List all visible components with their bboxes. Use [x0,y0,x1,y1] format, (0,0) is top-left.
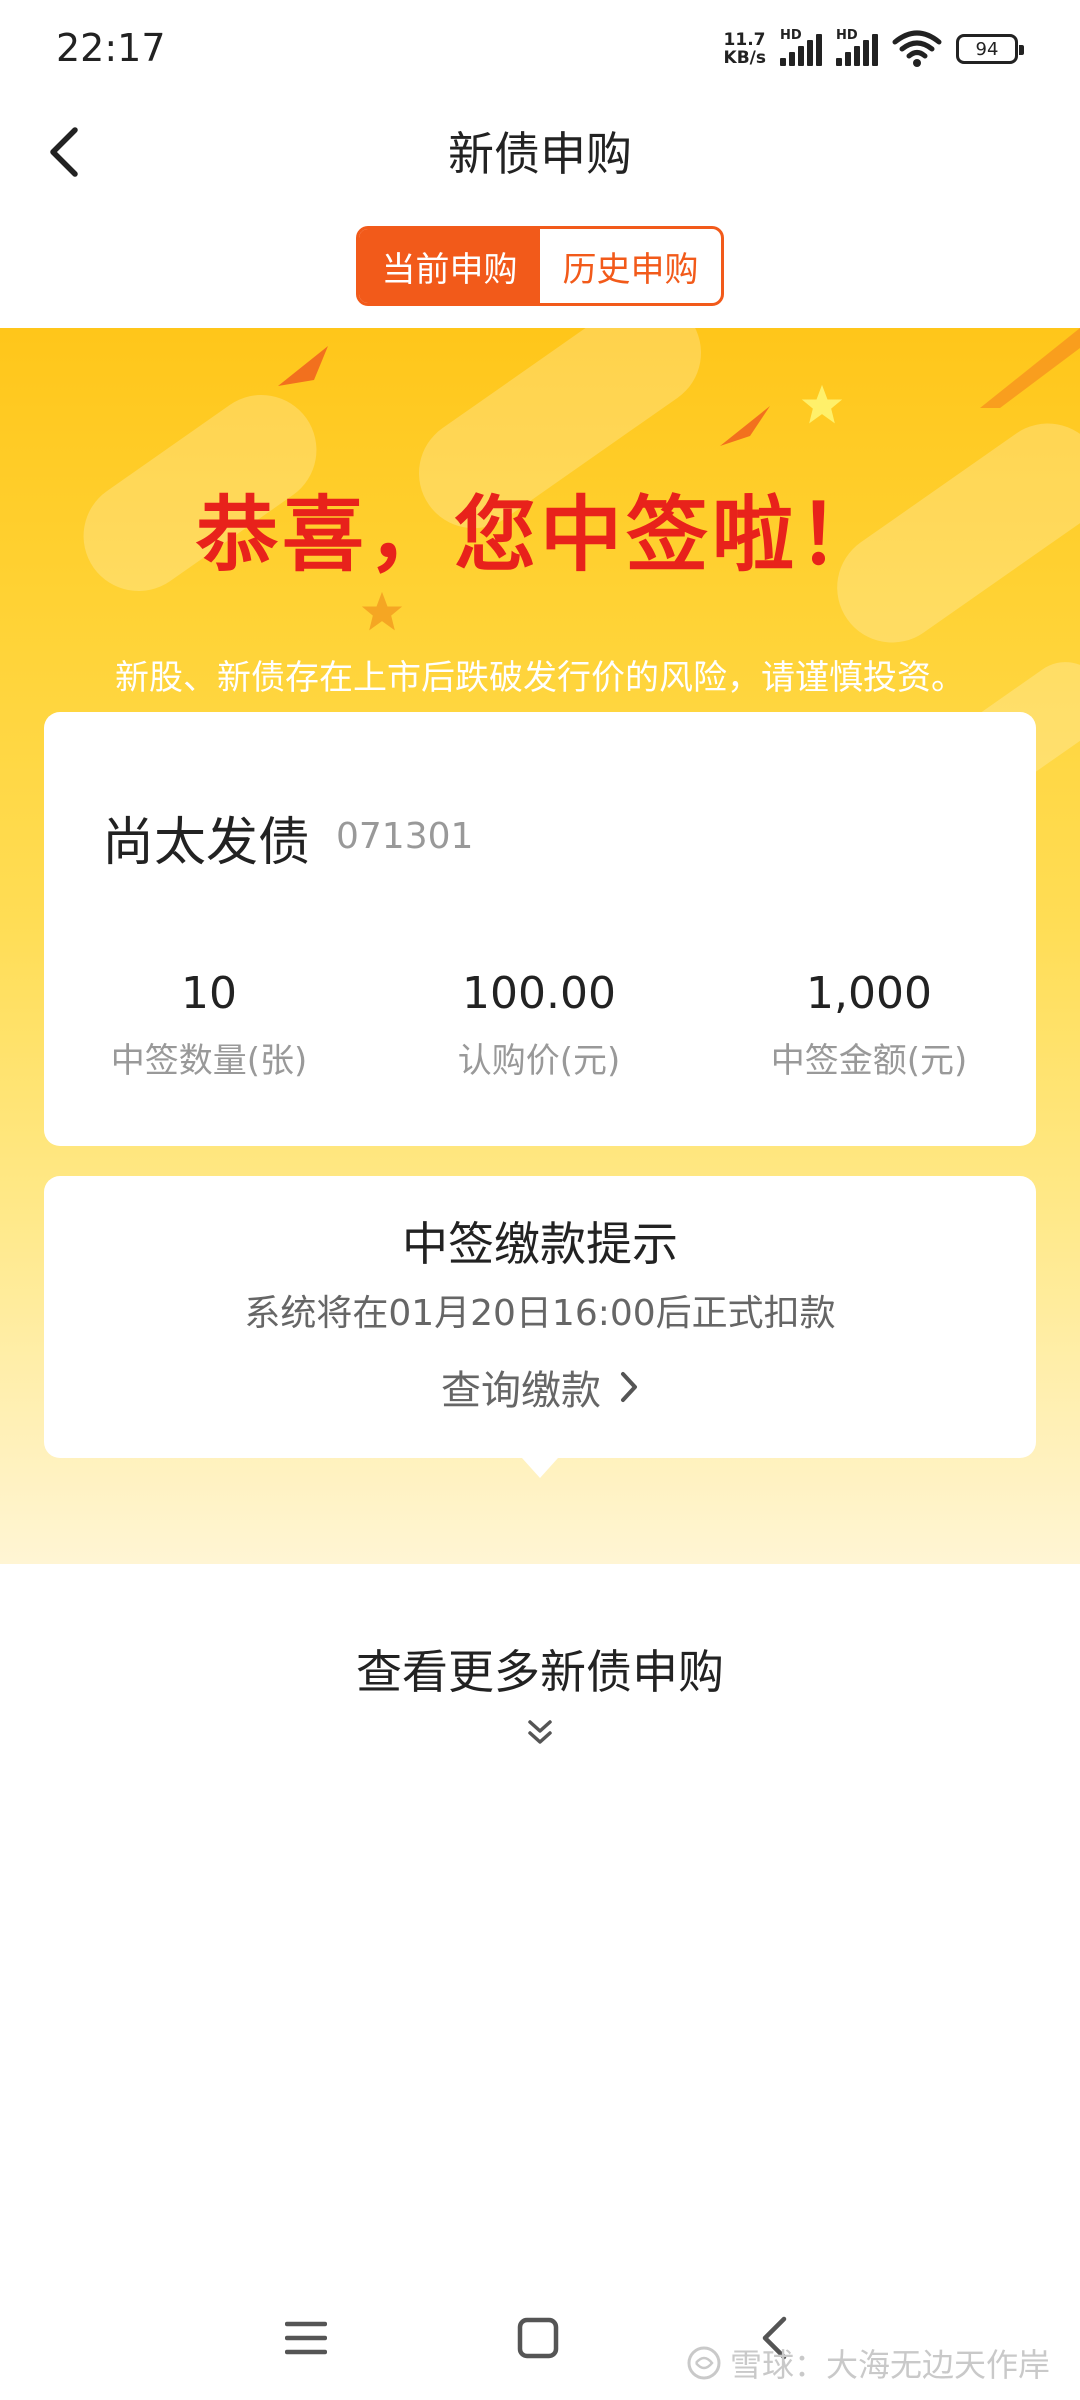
stat-value: 1,000 [806,968,932,1019]
stat-value: 100.00 [462,968,616,1019]
hd-label: HD [780,28,802,43]
home-button[interactable] [508,2308,568,2368]
hd-label: HD [836,28,858,43]
double-chevron-down-icon [0,1718,1080,1748]
chevron-right-icon [621,1372,637,1402]
stat-value: 10 [181,968,237,1019]
query-payment-label: 查询缴款 [441,1368,601,1414]
view-more-section[interactable]: 查看更多新债申购 [0,1636,1080,1748]
stat-subscription-price: 100.00 认购价(元) [374,968,704,1082]
risk-notice: 新股、新债存在上市后跌破发行价的风险，请谨慎投资。 [115,658,965,698]
stat-label: 认购价(元) [457,1041,621,1081]
stat-label: 中签数量(张) [110,1041,308,1081]
menu-icon [285,2321,327,2355]
network-speed-value: 11.7 [723,30,766,50]
square-icon [517,2317,559,2359]
tab-group: 当前申购 历史申购 [356,226,724,306]
query-payment-link[interactable]: 查询缴款 [44,1358,1036,1416]
battery-level: 94 [975,38,999,60]
stat-label: 中签金额(元) [770,1041,968,1081]
stats-row: 10 中签数量(张) 100.00 认购价(元) 1,000 中签金额(元) [44,968,1036,1082]
status-time: 22:17 [56,26,166,70]
tab-current-subscription[interactable]: 当前申购 [359,229,540,303]
snowball-logo-icon [687,2346,721,2380]
confetti-decor [980,328,1080,408]
menu-button[interactable] [276,2308,336,2368]
confetti-decor [720,406,770,446]
watermark: 雪球：大海无边天作岸 [686,2340,1050,2386]
payment-notice-title: 中签缴款提示 [402,1217,678,1271]
status-bar: 22:17 11.7 KB/s HD HD 94 [0,0,1080,100]
signal-icon-2: HD [836,28,878,66]
page-title: 新债申购 [448,127,632,181]
watermark-text: 雪球：大海无边天作岸 [729,2346,1050,2384]
allotment-result-card: 尚太发债 071301 10 中签数量(张) 100.00 认购价(元) 1,0… [44,712,1036,1146]
star-decor [801,384,843,424]
stat-allotted-amount: 1,000 中签金额(元) [704,968,1034,1082]
confetti-decor [278,346,328,386]
header: 新债申购 [0,100,1080,210]
battery-icon: 94 [956,34,1024,64]
payment-notice-card: 中签缴款提示 系统将在01月20日16:00后正式扣款 查询缴款 [44,1176,1036,1478]
network-speed: 11.7 KB/s [724,31,766,67]
status-icons: 11.7 KB/s HD HD 94 [724,28,1024,68]
signal-icon-1: HD [780,28,822,66]
view-more-label: 查看更多新债申购 [356,1645,724,1699]
payment-notice-description: 系统将在01月20日16:00后正式扣款 [244,1293,836,1334]
wifi-icon [892,30,942,67]
star-decor [361,591,403,631]
network-speed-unit: KB/s [723,48,766,68]
congrats-title: 恭喜，您中签啦！ [195,488,884,583]
tab-history-subscription[interactable]: 历史申购 [540,229,721,303]
bond-code: 071301 [336,816,474,857]
bond-name: 尚太发债 [102,813,311,873]
stat-allotted-quantity: 10 中签数量(张) [44,968,374,1082]
